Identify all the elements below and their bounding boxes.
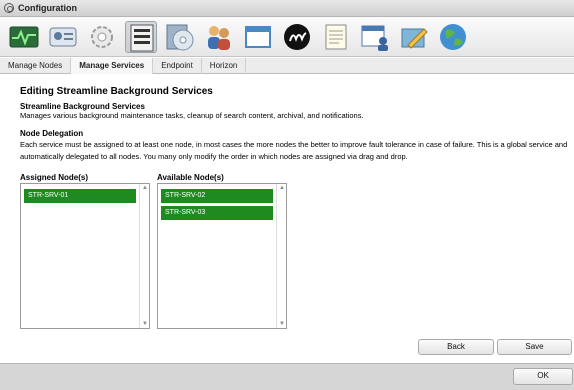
tab-horizon[interactable]: Horizon — [202, 58, 247, 74]
gear-icon[interactable] — [86, 21, 118, 53]
footer-bar — [0, 363, 574, 390]
users-icon[interactable] — [203, 21, 235, 53]
assigned-nodes-label: Assigned Node(s) — [20, 173, 89, 182]
scroll-down-arrow-icon[interactable]: ▼ — [279, 321, 285, 327]
assigned-nodes-list[interactable]: STR-SRV-01 ▲ ▼ — [20, 183, 150, 329]
scroll-up-arrow-icon[interactable]: ▲ — [279, 185, 285, 191]
scrollbar[interactable]: ▲ ▼ — [276, 184, 286, 328]
settings-gear-icon — [4, 3, 14, 13]
ok-button[interactable]: OK — [513, 368, 573, 385]
list-item-assigned-node[interactable]: STR-SRV-01 — [24, 189, 136, 203]
title-bar: Configuration — [0, 0, 574, 17]
edit-pencil-icon[interactable] — [398, 21, 430, 53]
tab-bar: Manage Nodes Manage Services Endpoint Ho… — [0, 58, 574, 74]
tab-endpoint[interactable]: Endpoint — [153, 58, 202, 74]
list-item-available-node[interactable]: STR-SRV-02 — [161, 189, 273, 203]
scroll-down-arrow-icon[interactable]: ▼ — [142, 321, 148, 327]
back-button[interactable]: Back — [418, 339, 494, 355]
toolbar — [0, 17, 574, 57]
cd-install-icon[interactable] — [164, 21, 196, 53]
service-description: Manages various background maintenance t… — [20, 111, 364, 120]
window-title: Configuration — [18, 3, 77, 13]
available-nodes-list[interactable]: STR-SRV-02 STR-SRV-03 ▲ ▼ — [157, 183, 287, 329]
notepad-icon[interactable] — [320, 21, 352, 53]
tab-manage-nodes[interactable]: Manage Nodes — [0, 58, 72, 74]
server-icon[interactable] — [125, 20, 157, 53]
logo-icon[interactable] — [281, 21, 313, 53]
save-button[interactable]: Save — [497, 339, 572, 355]
delegation-heading: Node Delegation — [20, 129, 84, 138]
page-title: Editing Streamline Background Services — [20, 86, 213, 97]
id-card-icon[interactable] — [47, 21, 79, 53]
available-nodes-label: Available Node(s) — [157, 173, 224, 182]
globe-icon[interactable] — [437, 21, 469, 53]
delegation-text: Each service must be assigned to at leas… — [20, 140, 568, 161]
scrollbar[interactable]: ▲ ▼ — [139, 184, 149, 328]
list-item-available-node[interactable]: STR-SRV-03 — [161, 206, 273, 220]
service-name: Streamline Background Services — [20, 102, 145, 111]
window-icon[interactable] — [242, 21, 274, 53]
scroll-up-arrow-icon[interactable]: ▲ — [142, 185, 148, 191]
monitor-icon[interactable] — [8, 21, 40, 53]
calendar-user-icon[interactable] — [359, 21, 391, 53]
tab-manage-services[interactable]: Manage Services — [71, 58, 154, 74]
